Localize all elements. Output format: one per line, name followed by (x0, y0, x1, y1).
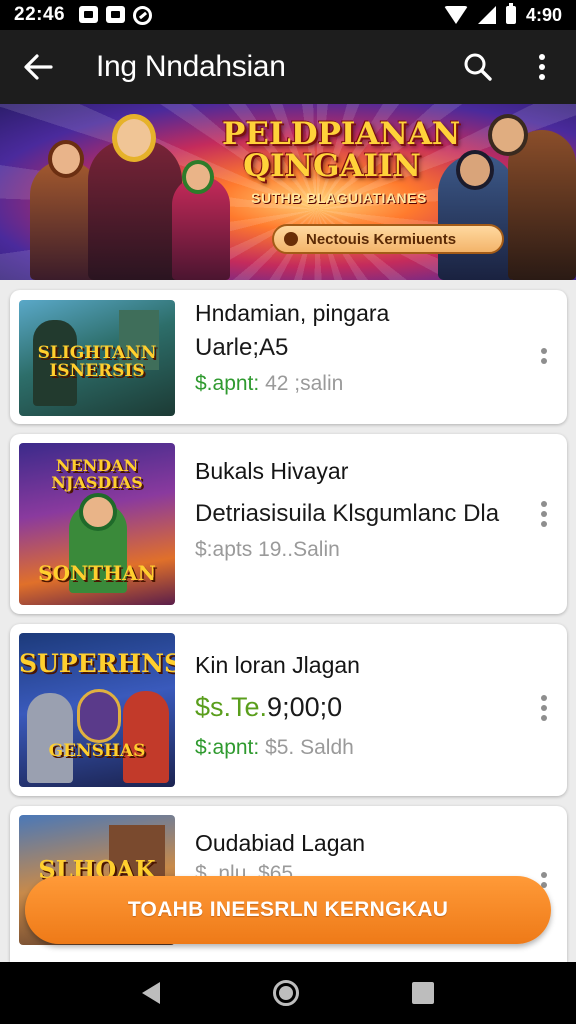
item-menu-button[interactable] (531, 688, 557, 728)
banner-character-1-head (48, 140, 84, 178)
item-meta: $.apnt: 42 ;salin (195, 372, 343, 396)
thumbnail-title: SONTHAN (38, 561, 156, 585)
banner-character-2-head (112, 114, 156, 162)
arrow-left-icon (24, 54, 53, 80)
item-title: Bukals Hivayar (195, 458, 349, 484)
battery-icon (505, 3, 516, 24)
item-meta-prefix: $.apnt: (195, 372, 260, 395)
item-meta-value: 42 ;salin (265, 372, 344, 395)
sync-notification-icon (133, 5, 153, 25)
banner-pill-button[interactable]: Nectouis Kermiuents (272, 224, 504, 254)
banner-subtitle: SUTHB BLAGUIATIANES (251, 190, 427, 206)
thumbnail-title: SLIGHTANN ISNERSIS (37, 343, 157, 381)
list-item[interactable]: SUPERHNS GENSHAS Kin loran Jlagan $s.Te.… (10, 624, 567, 796)
thumbnail-subtitle: GENSHAS (48, 741, 146, 761)
app-bar: Ing Nndahsian (0, 30, 576, 104)
item-price-value: 9;00;0 (267, 692, 343, 722)
item-meta: $:apnt: $5. Saldh (195, 736, 354, 760)
list-item[interactable]: NENDAN NJASDIAS SONTHAN Bukals Hivayar D… (10, 434, 567, 614)
status-bar: 22:46 4:90 (0, 0, 576, 30)
battery-text: 4:90 (525, 4, 562, 25)
overflow-menu-button[interactable] (508, 30, 576, 104)
app-notification-icon (106, 5, 126, 23)
game-thumbnail: SUPERHNS GENSHAS (19, 633, 175, 787)
item-price: $s.Te.9;00;0 (195, 692, 342, 723)
item-subtitle: Uarle;A5 (195, 334, 289, 361)
banner-character-4-head (456, 150, 494, 190)
page-title: Ing Nndahsian (96, 50, 286, 83)
banner-pill-label: Nectouis Kermiuents (306, 230, 457, 248)
item-title: Kin loran Jlagan (195, 652, 360, 678)
more-vertical-icon (539, 54, 545, 80)
nav-back-icon[interactable] (142, 982, 161, 1004)
search-button[interactable] (448, 30, 508, 104)
game-thumbnail: SLIGHTANN ISNERSIS (19, 300, 175, 416)
wifi-icon (443, 6, 468, 24)
thumbnail-title: SUPERHNS (19, 649, 175, 678)
item-menu-button[interactable] (531, 336, 557, 376)
tag-icon (284, 232, 298, 246)
nav-home-icon[interactable] (272, 980, 299, 1006)
item-meta-value: 19..Salin (258, 538, 340, 561)
list-item[interactable]: SLIGHTANN ISNERSIS Hndamian, pingara Uar… (10, 290, 567, 424)
item-meta-value: $5. Saldh (265, 736, 354, 759)
banner-title: PELDPIANAN QINGAIIN (222, 116, 461, 184)
primary-action-button[interactable]: TOAHB INEESRLN KERNGKAU (25, 876, 551, 944)
thumbnail-title-top: NENDAN NJASDIAS (51, 456, 143, 492)
game-thumbnail: NENDAN NJASDIAS SONTHAN (19, 443, 175, 605)
mail-notification-icon (79, 5, 99, 23)
banner-character-5-head (488, 114, 528, 156)
back-button[interactable] (0, 30, 76, 104)
item-subtitle: Detriasisuila Klsgumlanc Dla (195, 500, 500, 527)
nav-recents-icon[interactable] (411, 982, 434, 1004)
status-time: 22:46 (14, 4, 66, 25)
item-menu-button[interactable] (531, 494, 557, 534)
system-nav-bar (0, 962, 576, 1024)
item-title: Hndamian, pingara (195, 300, 390, 326)
item-meta-prefix: $:apnt: (195, 736, 260, 759)
signal-icon (477, 6, 496, 24)
item-meta-prefix: $:apts (195, 538, 253, 561)
item-meta: $:apts 19..Salin (195, 538, 340, 562)
item-price-prefix: $s.Te. (195, 692, 268, 722)
banner-character-3-head (182, 160, 214, 194)
item-title: Oudabiad Lagan (195, 830, 366, 856)
search-icon (464, 53, 492, 81)
